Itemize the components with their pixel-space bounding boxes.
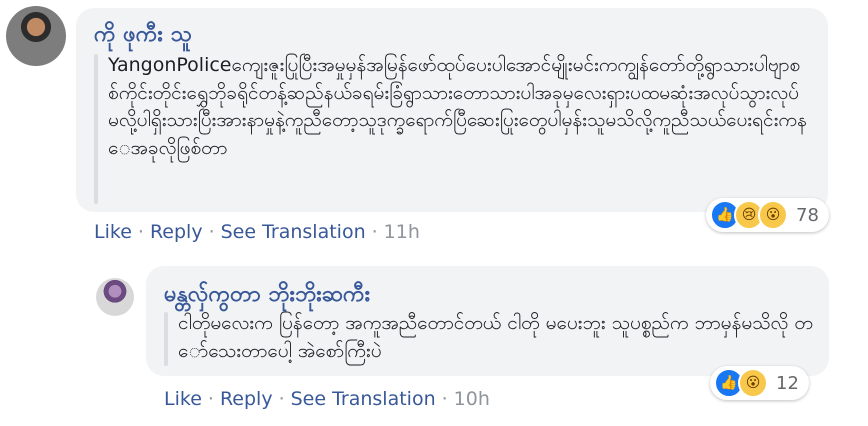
avatar[interactable] xyxy=(6,6,66,66)
reply-text: ငါတိုမလေးက ပြန်တော့ အကူအညီတောင်တယ် ငါတို… xyxy=(178,312,813,362)
comment-text: YangonPoliceကျေးဇူးပြုပြီးအမှုမှန်အမြန်ဖ… xyxy=(108,54,807,159)
timestamp[interactable]: 11h xyxy=(384,221,420,243)
like-link[interactable]: Like xyxy=(164,388,202,410)
comment-thread: ကို ဖုကီး သူ YangonPoliceကျေးဇူးပြုပြီးအ… xyxy=(0,0,868,426)
see-translation-link[interactable]: See Translation xyxy=(291,388,436,410)
wow-icon: 😮 xyxy=(758,200,788,230)
comment-author[interactable]: ကို ဖုကီး သူ xyxy=(94,22,192,48)
timestamp[interactable]: 10h xyxy=(454,388,490,410)
separator: · xyxy=(208,221,215,243)
separator: · xyxy=(278,388,285,410)
separator: · xyxy=(371,221,378,243)
reply-actions: Like · Reply · See Translation · 10h xyxy=(164,387,490,411)
reactions-summary[interactable]: 👍 😮 12 xyxy=(710,366,809,400)
separator: · xyxy=(441,388,448,410)
like-link[interactable]: Like xyxy=(94,221,132,243)
reply-link[interactable]: Reply xyxy=(220,388,273,410)
reaction-count: 12 xyxy=(776,372,799,394)
quote-bar xyxy=(94,54,98,204)
see-translation-link[interactable]: See Translation xyxy=(221,221,366,243)
reactions-summary[interactable]: 👍 😢 😮 78 xyxy=(706,198,829,232)
avatar[interactable] xyxy=(96,278,134,316)
reply-bubble: မန္တလှ်ကွတာ ဘိုးဘိုးဆကီး ငါတိုမလေးက ပြန်… xyxy=(146,266,829,376)
reply-author[interactable]: မန္တလှ်ကွတာ ဘိုးဘိုးဆကီး xyxy=(164,282,370,308)
comment-actions: Like · Reply · See Translation · 11h xyxy=(94,220,420,244)
wow-icon: 😮 xyxy=(738,368,768,398)
comment-bubble: ကို ဖုကီး သူ YangonPoliceကျေးဇူးပြုပြီးအ… xyxy=(76,8,828,212)
separator: · xyxy=(137,221,144,243)
reaction-count: 78 xyxy=(796,204,819,226)
reply-link[interactable]: Reply xyxy=(150,221,203,243)
separator: · xyxy=(207,388,214,410)
quote-bar xyxy=(164,312,168,366)
